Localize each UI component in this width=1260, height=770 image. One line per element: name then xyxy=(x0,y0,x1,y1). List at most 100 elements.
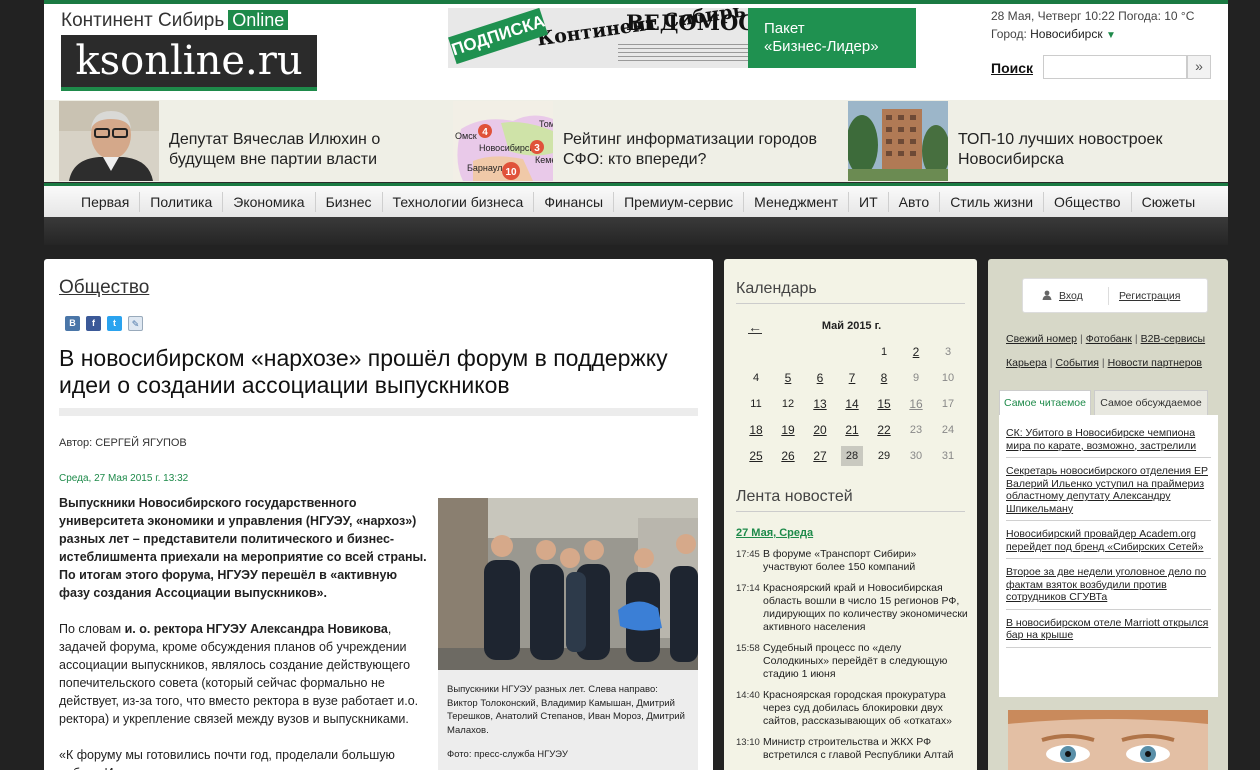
calendar-day[interactable]: 15 xyxy=(873,394,895,414)
news-text[interactable]: В форуме «Транспорт Сибири» участвуют бо… xyxy=(763,548,968,574)
calendar-day[interactable]: 26 xyxy=(777,446,799,466)
nav-item-finance[interactable]: Финансы xyxy=(533,191,613,212)
banner-newspapers: Континент Сибирь ВЕДОМОСТИ ПОДПИСКА xyxy=(448,8,748,68)
teaser-1-title[interactable]: Депутат Вячеслав Илюхин о будущем вне па… xyxy=(169,130,439,170)
article-author: Автор: СЕРГЕЙ ЯГУПОВ xyxy=(59,437,187,449)
calendar-day[interactable]: 25 xyxy=(745,446,767,466)
teaser-1-photo[interactable] xyxy=(59,101,159,181)
calendar-day[interactable]: 14 xyxy=(841,394,863,414)
teaser-3[interactable]: ТОП-10 лучших новостроек Новосибирска xyxy=(848,100,1228,182)
calendar-day: 29 xyxy=(877,450,891,462)
teaser-1[interactable]: Депутат Вячеслав Илюхин о будущем вне па… xyxy=(59,100,439,182)
calendar-day[interactable]: 13 xyxy=(809,394,831,414)
list-item[interactable]: Новосибирский провайдер Academ.org перей… xyxy=(1006,528,1211,559)
auth-separator xyxy=(1108,287,1109,305)
link-photobank[interactable]: Фотобанк xyxy=(1086,333,1132,345)
auth-box: Вход Регистрация xyxy=(1022,278,1208,313)
calendar-day[interactable]: 5 xyxy=(777,368,799,388)
teaser-2[interactable]: Омск Том Новосибирск Кеме Барнаул 4 3 10… xyxy=(453,100,833,182)
news-text[interactable]: Судебный процесс по «делу Солодкиных» пе… xyxy=(763,642,968,681)
calendar-prev-arrow-icon[interactable]: ← xyxy=(748,319,762,335)
nav-subbar xyxy=(44,217,1228,245)
city-link[interactable]: Новосибирск xyxy=(1030,27,1102,41)
teaser-strip: Депутат Вячеслав Илюхин о будущем вне па… xyxy=(44,100,1228,182)
link-career[interactable]: Карьера xyxy=(1006,357,1047,369)
facebook-share-icon[interactable]: f xyxy=(86,316,101,331)
teaser-2-title[interactable]: Рейтинг информатизации городов СФО: кто … xyxy=(563,130,833,170)
site-logo[interactable]: ksonline.ru xyxy=(61,35,317,91)
teaser-2-map[interactable]: Омск Том Новосибирск Кеме Барнаул 4 3 10 xyxy=(453,101,553,181)
link-fresh-issue[interactable]: Свежий номер xyxy=(1006,333,1077,345)
map-rank-novosibirsk: 3 xyxy=(534,143,540,154)
news-text[interactable]: Красноярский край и Новосибирская област… xyxy=(763,582,968,634)
calendar-divider xyxy=(736,303,965,304)
vk-share-icon[interactable]: В xyxy=(65,316,80,331)
city-label: Город: xyxy=(991,27,1027,41)
register-link[interactable]: Регистрация xyxy=(1119,290,1180,302)
nav-item-business[interactable]: Бизнес xyxy=(314,191,382,212)
nav-item-auto[interactable]: Авто xyxy=(887,191,940,212)
calendar-day[interactable]: 27 xyxy=(809,446,831,466)
calendar-day: 9 xyxy=(912,372,920,384)
news-text[interactable]: Красноярская городская прокуратура через… xyxy=(763,689,968,728)
building-image xyxy=(848,101,948,181)
list-item[interactable]: Секретарь новосибирского отделения ЕР Ва… xyxy=(1006,465,1211,521)
calendar-day: 1 xyxy=(880,346,888,358)
main-nav-bar: Первая Политика Экономика Бизнес Техноло… xyxy=(44,183,1228,217)
nav-item-it[interactable]: ИТ xyxy=(848,191,888,212)
section-title[interactable]: Общество xyxy=(59,277,149,299)
calendar-day[interactable]: 20 xyxy=(809,420,831,440)
nav-item-management[interactable]: Менеджмент xyxy=(743,191,848,212)
triangle-down-icon[interactable]: ▼ xyxy=(1106,30,1116,41)
article-photo[interactable] xyxy=(438,498,698,670)
portrait-image xyxy=(59,101,159,181)
tab-most-discussed[interactable]: Самое обсуждаемое xyxy=(1094,390,1208,415)
link-partner-news[interactable]: Новости партнеров xyxy=(1108,357,1202,369)
article-panel: Общество В f t ✎ В новосибирском «нархоз… xyxy=(44,259,713,770)
search-button[interactable]: » xyxy=(1187,55,1211,79)
search-label[interactable]: Поиск xyxy=(991,60,1033,76)
calendar-day[interactable]: 19 xyxy=(777,420,799,440)
user-icon xyxy=(1042,290,1052,300)
nav-item-biztech[interactable]: Технологии бизнеса xyxy=(381,191,534,212)
list-item[interactable]: Второе за две недели уголовное дело по ф… xyxy=(1006,566,1211,610)
calendar-day[interactable]: 7 xyxy=(841,368,863,388)
calendar-day: 12 xyxy=(781,398,795,410)
twitter-share-icon[interactable]: t xyxy=(107,316,122,331)
list-item[interactable]: В новосибирском отеле Marriott открылся … xyxy=(1006,617,1211,648)
link-events[interactable]: События xyxy=(1056,357,1099,369)
nav-item-society[interactable]: Общество xyxy=(1043,191,1131,212)
subscription-banner[interactable]: Континент Сибирь ВЕДОМОСТИ ПОДПИСКА Паке… xyxy=(448,8,916,68)
teaser-3-photo[interactable] xyxy=(848,101,948,181)
nav-item-politics[interactable]: Политика xyxy=(139,191,222,212)
news-text[interactable]: Министр строительства и ЖКХ РФ встретилс… xyxy=(763,736,968,762)
calendar-day[interactable]: 16 xyxy=(905,394,927,414)
calendar-day[interactable]: 21 xyxy=(841,420,863,440)
calendar-day[interactable]: 22 xyxy=(873,420,895,440)
map-rank-omsk: 4 xyxy=(482,127,488,138)
tab-most-read[interactable]: Самое читаемое xyxy=(999,390,1091,416)
list-item[interactable]: СК: Убитого в Новосибирске чемпиона мира… xyxy=(1006,427,1211,458)
calendar-day: 3 xyxy=(944,346,952,358)
logo-top[interactable]: Континент Сибирь Online xyxy=(61,10,289,32)
link-b2b[interactable]: B2B-сервисы xyxy=(1141,333,1206,345)
news-date[interactable]: 27 Мая, Среда xyxy=(736,527,813,539)
news-time: 13:10 xyxy=(736,737,760,748)
calendar-day[interactable]: 18 xyxy=(745,420,767,440)
ad-photo[interactable] xyxy=(1008,710,1208,770)
calendar-month: Май 2015 г. xyxy=(821,320,882,332)
blog-share-icon[interactable]: ✎ xyxy=(128,316,143,331)
teaser-3-title[interactable]: ТОП-10 лучших новостроек Новосибирска xyxy=(958,130,1228,170)
calendar-day[interactable]: 8 xyxy=(873,368,895,388)
login-link[interactable]: Вход xyxy=(1059,290,1083,302)
search-input[interactable] xyxy=(1043,55,1187,79)
nav-item-premium[interactable]: Премиум-сервис xyxy=(613,191,743,212)
map-label-barnaul: Барнаул xyxy=(467,163,502,173)
nav-item-lifestyle[interactable]: Стиль жизни xyxy=(939,191,1043,212)
nav-item-home[interactable]: Первая xyxy=(71,192,139,212)
calendar-day[interactable]: 6 xyxy=(809,368,831,388)
nav-item-economy[interactable]: Экономика xyxy=(222,191,314,212)
calendar-day[interactable]: 2 xyxy=(905,342,927,362)
nav-item-stories[interactable]: Сюжеты xyxy=(1130,191,1206,212)
calendar-day: 23 xyxy=(909,424,923,436)
